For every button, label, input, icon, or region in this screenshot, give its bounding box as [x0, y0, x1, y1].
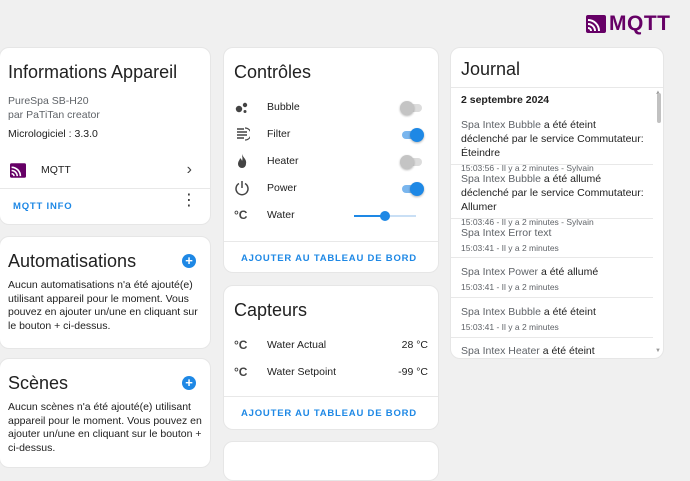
control-label: Bubble [267, 101, 300, 113]
scenes-card: Scènes + Aucun scènes n'a été ajouté(e) … [0, 358, 211, 468]
device-manufacturer: par PaTiTan creator [8, 109, 100, 121]
sensors-card: Capteurs °C Water Actual 28 °C °C Water … [223, 285, 439, 430]
journal-entity[interactable]: Spa Intex Heater [461, 345, 540, 357]
device-firmware: Micrologiciel : 3.3.0 [8, 128, 98, 140]
water-slider-thumb[interactable] [380, 211, 390, 221]
journal-entity[interactable]: Spa Intex Bubble [461, 306, 541, 318]
divider [224, 396, 438, 397]
control-row-power: Power [224, 177, 438, 201]
controls-title: Contrôles [234, 62, 312, 82]
scenes-title: Scènes [8, 373, 69, 393]
automations-title: Automatisations [8, 251, 137, 271]
power-toggle[interactable] [400, 182, 424, 196]
divider [0, 188, 210, 189]
power-icon [235, 181, 249, 196]
journal-scrollbar[interactable] [657, 90, 661, 356]
thermometer-celsius-icon: °C [234, 208, 248, 222]
control-row-filter: Filter [224, 123, 438, 147]
divider [224, 241, 438, 242]
add-automation-button[interactable]: + [182, 254, 196, 268]
journal-entity[interactable]: Spa Intex Bubble [461, 173, 541, 185]
control-label: Water [267, 209, 295, 221]
add-scene-button[interactable]: + [182, 376, 196, 390]
divider [451, 164, 653, 165]
divider [451, 337, 653, 338]
divider [451, 218, 653, 219]
mqtt-integration-row[interactable]: MQTT › [0, 153, 210, 187]
scenes-empty-text: Aucun scènes n'a été ajouté(e) utilisant… [8, 401, 202, 454]
journal-date: 2 septembre 2024 [461, 94, 550, 106]
journal-entry[interactable]: Spa Intex Power a été allumé 15:03:41 - … [451, 265, 655, 292]
device-info-title: Informations Appareil [8, 62, 178, 82]
sensor-row-water-actual[interactable]: °C Water Actual 28 °C [224, 334, 438, 358]
mqtt-icon [10, 163, 26, 178]
automations-card: Automatisations + Aucun automatisations … [0, 236, 211, 349]
heater-toggle[interactable] [400, 155, 424, 169]
bubble-icon [235, 102, 248, 113]
celsius-icon: °C [234, 365, 248, 379]
mqtt-logo-text: MQTT [609, 12, 671, 35]
automations-empty-text: Aucun automatisations n'a été ajouté(e) … [8, 279, 198, 332]
add-to-dashboard-button[interactable]: AJOUTER AU TABLEAU DE BORD [241, 253, 417, 264]
control-label: Filter [267, 128, 291, 140]
control-label: Power [267, 182, 297, 194]
journal-entity[interactable]: Spa Intex Power [461, 266, 538, 278]
mqtt-logo: MQTT [586, 12, 670, 36]
journal-entry[interactable]: Spa Intex Heater a été éteint [451, 344, 655, 358]
mqtt-logo-icon [586, 15, 606, 33]
additional-card [223, 441, 439, 481]
journal-scroll-thumb[interactable] [657, 93, 661, 123]
sensor-row-water-setpoint[interactable]: °C Water Setpoint -99 °C [224, 361, 438, 385]
divider [451, 87, 663, 88]
journal-meta: 15:03:41 - Il y a 2 minutes [461, 243, 559, 253]
sensor-value: 28 °C [401, 339, 428, 351]
control-label: Heater [267, 155, 299, 167]
mqtt-integration-label: MQTT [41, 164, 71, 176]
celsius-icon: °C [234, 338, 248, 352]
journal-meta: 15:03:41 - Il y a 2 minutes [461, 282, 559, 292]
journal-text: a été allumé [538, 266, 599, 278]
filter-toggle[interactable] [400, 128, 424, 142]
journal-title: Journal [461, 59, 521, 79]
more-vert-icon[interactable]: ⋮ [181, 193, 197, 209]
divider [451, 297, 653, 298]
device-info-card: Informations Appareil PureSpa SB-H20 par… [0, 47, 211, 225]
sensor-label: Water Setpoint [267, 366, 337, 378]
filter-icon [237, 127, 250, 141]
scroll-down-icon[interactable]: ▼ [655, 348, 661, 354]
journal-entry[interactable]: Spa Intex Error text 15:03:41 - Il y a 2… [451, 226, 655, 253]
control-row-bubble: Bubble [224, 96, 438, 120]
device-model: PureSpa SB-H20 [8, 95, 89, 107]
divider [451, 257, 653, 258]
journal-entry[interactable]: Spa Intex Bubble a été éteint 15:03:41 -… [451, 305, 655, 332]
bubble-toggle[interactable] [400, 101, 424, 115]
controls-card: Contrôles Bubble Filter Heater Power °C … [223, 47, 439, 273]
journal-text: a été éteint [539, 345, 595, 357]
journal-card: Journal 2 septembre 2024 Spa Intex Bubbl… [450, 47, 664, 359]
mqtt-info-button[interactable]: MQTT INFO [13, 201, 72, 212]
water-slider[interactable] [354, 211, 416, 221]
sensor-value: -99 °C [398, 366, 428, 378]
journal-entity[interactable]: Spa Intex Error text [461, 227, 551, 239]
control-row-heater: Heater [224, 150, 438, 174]
journal-meta: 15:03:41 - Il y a 2 minutes [461, 322, 559, 332]
control-row-water: °C Water [224, 204, 438, 228]
journal-entity[interactable]: Spa Intex Bubble [461, 119, 541, 131]
sensors-title: Capteurs [234, 300, 308, 320]
fire-icon [238, 154, 247, 168]
journal-text: a été éteint [540, 306, 596, 318]
add-to-dashboard-button[interactable]: AJOUTER AU TABLEAU DE BORD [241, 408, 417, 419]
sensor-label: Water Actual [267, 339, 327, 351]
chevron-right-icon: › [186, 161, 192, 178]
